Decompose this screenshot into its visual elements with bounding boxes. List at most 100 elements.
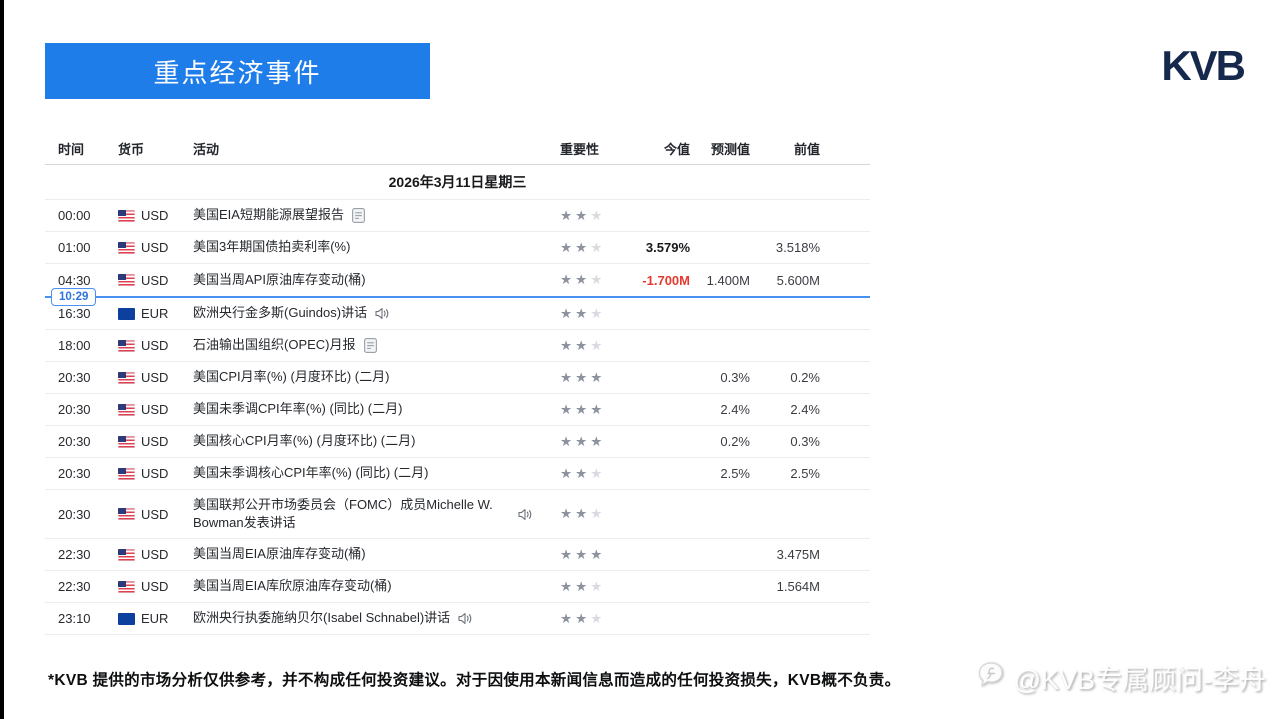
star-icon: ★ <box>560 579 575 594</box>
actual-value: -1.700M <box>615 273 690 288</box>
us-flag-icon <box>118 340 135 352</box>
star-icon: ★ <box>560 506 575 521</box>
previous-value: 3.475M <box>750 547 820 562</box>
event-row[interactable]: 04:30 USD 美国当周API原油库存变动(桶) ★★★ -1.700M 1… <box>45 264 870 296</box>
forecast-value: 2.4% <box>690 402 750 417</box>
event-activity: 欧洲央行执委施纳贝尔(Isabel Schnabel)讲话 <box>193 609 545 627</box>
event-name: 石油输出国组织(OPEC)月报 <box>193 336 356 354</box>
importance-stars: ★★★ <box>545 579 615 595</box>
event-row[interactable]: 18:00 USD 石油输出国组织(OPEC)月报 ★★★ <box>45 330 870 362</box>
importance-stars: ★★★ <box>545 611 615 627</box>
speaker-icon <box>458 612 473 625</box>
star-icon: ★ <box>590 434 605 449</box>
star-icon: ★ <box>575 506 590 521</box>
event-time: 04:30 <box>45 273 107 288</box>
currency-code: USD <box>141 434 168 449</box>
star-icon: ★ <box>590 272 605 287</box>
event-time: 23:10 <box>45 611 107 626</box>
event-activity: 美国未季调CPI年率(%) (同比) (二月) <box>193 400 545 418</box>
currency-code: EUR <box>141 306 168 321</box>
currency-code: USD <box>141 273 168 288</box>
event-rows: 00:00 USD 美国EIA短期能源展望报告 ★★★ 01:00 USD 美国… <box>45 200 870 635</box>
column-header-activity: 活动 <box>193 139 545 158</box>
star-icon: ★ <box>590 338 605 353</box>
star-icon: ★ <box>560 338 575 353</box>
event-name: 欧洲央行执委施纳贝尔(Isabel Schnabel)讲话 <box>193 609 450 627</box>
event-activity: 美国3年期国债拍卖利率(%) <box>193 238 545 256</box>
currency-code: USD <box>141 466 168 481</box>
event-activity: 美国当周EIA原油库存变动(桶) <box>193 545 545 563</box>
watermark-text: @KVB专属顾问-李舟 <box>1014 658 1266 697</box>
event-currency: USD <box>107 434 193 449</box>
event-currency: USD <box>107 579 193 594</box>
screen-left-edge <box>0 0 4 719</box>
watermark: @KVB专属顾问-李舟 <box>976 658 1266 697</box>
event-activity: 美国当周API原油库存变动(桶) <box>193 271 545 289</box>
event-currency: EUR <box>107 306 193 321</box>
us-flag-icon <box>118 508 135 520</box>
event-row[interactable]: 01:00 USD 美国3年期国债拍卖利率(%) ★★★ 3.579% 3.51… <box>45 232 870 264</box>
event-row[interactable]: 16:30 EUR 欧洲央行金多斯(Guindos)讲话 ★★★ <box>45 298 870 330</box>
event-row[interactable]: 22:30 USD 美国当周EIA库欣原油库存变动(桶) ★★★ 1.564M <box>45 571 870 603</box>
column-header-actual: 今值 <box>615 139 690 158</box>
event-name: 美国联邦公开市场委员会（FOMC）成员Michelle W. Bowman发表讲… <box>193 496 501 532</box>
forecast-value: 0.3% <box>690 370 750 385</box>
star-icon: ★ <box>560 306 575 321</box>
us-flag-icon <box>118 242 135 254</box>
star-icon: ★ <box>560 611 575 626</box>
currency-code: USD <box>141 370 168 385</box>
column-header-forecast: 预测值 <box>690 139 750 158</box>
event-currency: USD <box>107 273 193 288</box>
event-name: 美国未季调核心CPI年率(%) (同比) (二月) <box>193 464 428 482</box>
currency-code: EUR <box>141 611 168 626</box>
importance-stars: ★★★ <box>545 208 615 224</box>
table-header-row: 时间 货币 活动 重要性 今值 预测值 前值 <box>45 133 870 165</box>
currency-code: USD <box>141 338 168 353</box>
star-icon: ★ <box>590 466 605 481</box>
event-row[interactable]: 00:00 USD 美国EIA短期能源展望报告 ★★★ <box>45 200 870 232</box>
previous-value: 2.5% <box>750 466 820 481</box>
event-row[interactable]: 20:30 USD 美国核心CPI月率(%) (月度环比) (二月) ★★★ 0… <box>45 426 870 458</box>
event-activity: 美国CPI月率(%) (月度环比) (二月) <box>193 368 545 386</box>
us-flag-icon <box>118 436 135 448</box>
document-icon <box>364 338 377 353</box>
event-currency: USD <box>107 240 193 255</box>
date-header-row: 2026年3月11日星期三 <box>45 165 870 200</box>
currency-code: USD <box>141 507 168 522</box>
event-row[interactable]: 23:10 EUR 欧洲央行执委施纳贝尔(Isabel Schnabel)讲话 … <box>45 603 870 635</box>
event-currency: USD <box>107 370 193 385</box>
us-flag-icon <box>118 468 135 480</box>
event-row[interactable]: 20:30 USD 美国CPI月率(%) (月度环比) (二月) ★★★ 0.3… <box>45 362 870 394</box>
event-row[interactable]: 20:30 USD 美国未季调CPI年率(%) (同比) (二月) ★★★ 2.… <box>45 394 870 426</box>
importance-stars: ★★★ <box>545 240 615 256</box>
event-time: 20:30 <box>45 507 107 522</box>
star-icon: ★ <box>590 579 605 594</box>
event-row[interactable]: 22:30 USD 美国当周EIA原油库存变动(桶) ★★★ 3.475M <box>45 539 870 571</box>
star-icon: ★ <box>575 579 590 594</box>
currency-code: USD <box>141 240 168 255</box>
star-icon: ★ <box>575 402 590 417</box>
star-icon: ★ <box>590 208 605 223</box>
event-currency: USD <box>107 466 193 481</box>
event-currency: USD <box>107 547 193 562</box>
importance-stars: ★★★ <box>545 547 615 563</box>
star-icon: ★ <box>590 506 605 521</box>
current-time-badge: 10:29 <box>51 288 96 306</box>
event-time: 01:00 <box>45 240 107 255</box>
importance-stars: ★★★ <box>545 402 615 418</box>
event-time: 18:00 <box>45 338 107 353</box>
eu-flag-icon <box>118 613 135 625</box>
currency-code: USD <box>141 579 168 594</box>
star-icon: ★ <box>575 434 590 449</box>
chat-bubble-icon <box>976 660 1006 695</box>
kvb-logo-text: KVB <box>1161 42 1244 89</box>
speaker-icon <box>375 307 390 320</box>
star-icon: ★ <box>560 466 575 481</box>
event-row[interactable]: 20:30 USD 美国未季调核心CPI年率(%) (同比) (二月) ★★★ … <box>45 458 870 490</box>
us-flag-icon <box>118 210 135 222</box>
event-row[interactable]: 20:30 USD 美国联邦公开市场委员会（FOMC）成员Michelle W.… <box>45 490 870 539</box>
page-title-banner: 重点经济事件 <box>45 43 430 99</box>
event-time: 20:30 <box>45 466 107 481</box>
importance-stars: ★★★ <box>545 272 615 288</box>
event-name: 美国CPI月率(%) (月度环比) (二月) <box>193 368 389 386</box>
